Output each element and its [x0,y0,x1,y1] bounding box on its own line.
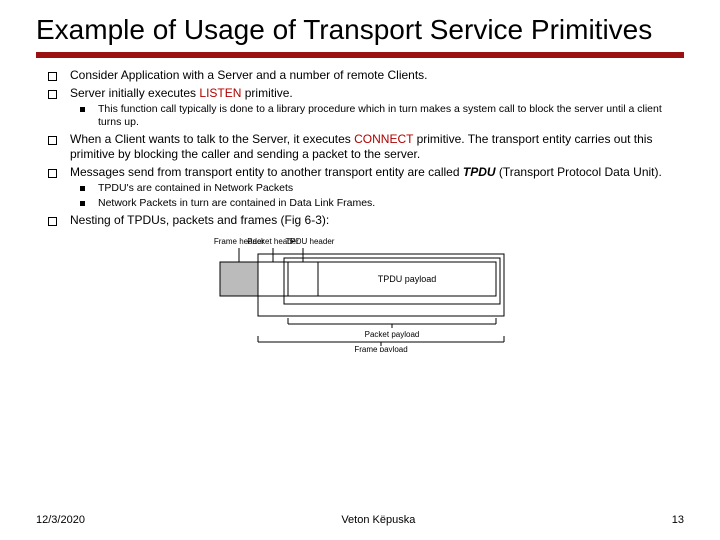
footer-date: 12/3/2020 [36,514,85,526]
nesting-diagram: Frame header Packet header TPDU header T… [180,234,540,352]
bullet-5: Nesting of TPDUs, packets and frames (Fi… [36,213,684,228]
frame-payload-label: Frame payload [354,345,407,352]
bullet-4-2: Network Packets in turn are contained in… [36,197,684,210]
bullet-4: Messages send from transport entity to a… [36,165,684,180]
bullet-2-text-a: Server initially executes [70,86,199,100]
bullet-2: Server initially executes LISTEN primiti… [36,86,684,101]
footer-author: Veton Këpuska [341,514,415,526]
bullet-3: When a Client wants to talk to the Serve… [36,132,684,163]
tpdu-header-label: TPDU header [286,237,335,246]
bullet-1: Consider Application with a Server and a… [36,68,684,83]
listen-keyword: LISTEN [199,86,241,100]
slide-content: Consider Application with a Server and a… [36,68,684,352]
bullet-4-1: TPDU's are contained in Network Packets [36,182,684,195]
tpdu-payload-label: TPDU payload [378,274,437,284]
tpdu-term: TPDU [463,165,496,179]
bullet-3-text-a: When a Client wants to talk to the Serve… [70,132,354,146]
bullet-4-text-a: Messages send from transport entity to a… [70,165,463,179]
packet-payload-label: Packet payload [365,330,420,339]
bullet-4-text-b: (Transport Protocol Data Unit). [496,165,662,179]
bullet-2-text-b: primitive. [241,86,292,100]
slide-footer: 12/3/2020 Veton Këpuska 13 [36,514,684,526]
slide: Example of Usage of Transport Service Pr… [0,0,720,540]
slide-title: Example of Usage of Transport Service Pr… [36,14,684,46]
title-rule [36,52,684,58]
bullet-list: Consider Application with a Server and a… [36,68,684,228]
footer-page: 13 [672,514,684,526]
bullet-2-1: This function call typically is done to … [36,103,684,130]
connect-keyword: CONNECT [354,132,413,146]
